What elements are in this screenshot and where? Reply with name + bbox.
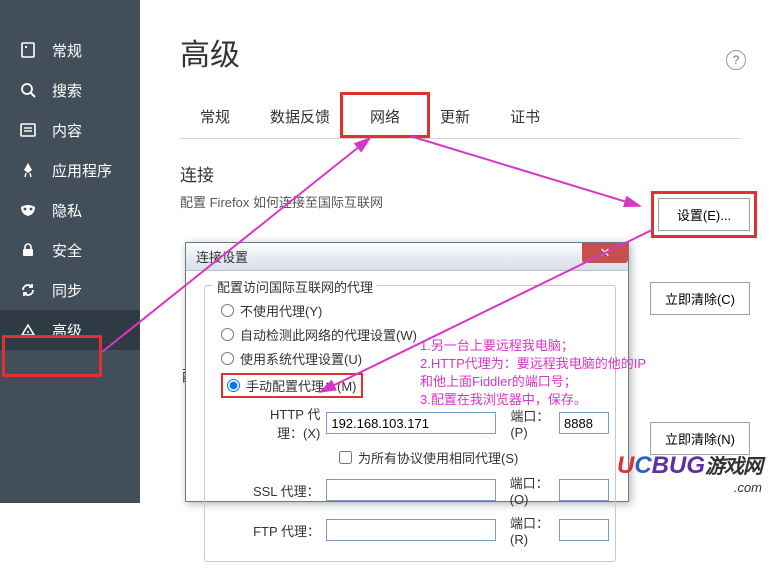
ftp-proxy-label: FTP 代理： — [249, 521, 320, 540]
ssl-proxy-row: SSL 代理： 端口：(O) — [249, 473, 609, 507]
settings-button-wrap: 设置(E)... — [658, 198, 750, 231]
page-title: 高级 — [180, 30, 742, 74]
http-proxy-input[interactable] — [326, 412, 496, 434]
http-port-input[interactable] — [559, 412, 609, 434]
same-proxy-checkbox[interactable] — [339, 451, 352, 464]
radio-input[interactable] — [221, 328, 234, 341]
clear-button-2[interactable]: 立即清除(N) — [650, 422, 750, 455]
sidebar-item-security[interactable]: 安全 — [0, 230, 140, 270]
ftp-proxy-row: FTP 代理： 端口：(R) — [249, 513, 609, 547]
clear-button-2-wrap: 立即清除(N) — [650, 422, 750, 455]
ftp-port-input[interactable] — [559, 519, 609, 541]
ftp-proxy-input[interactable] — [326, 519, 496, 541]
section-heading: 连接 — [180, 161, 742, 186]
rocket-icon — [18, 160, 38, 180]
dialog-title: 连接设置 — [196, 247, 248, 266]
sidebar-label: 应用程序 — [52, 160, 112, 181]
ssl-proxy-label: SSL 代理： — [249, 481, 320, 500]
sidebar-item-applications[interactable]: 应用程序 — [0, 150, 140, 190]
radio-manual-proxy[interactable] — [227, 379, 240, 392]
radio-manual-proxy-wrap: 手动配置代理：(M) — [221, 373, 609, 398]
http-proxy-label: HTTP 代理：(X) — [249, 404, 320, 442]
connection-settings-dialog: 连接设置 ✕ 配置访问国际互联网的代理 不使用代理(Y) 自动检测此网络的代理设… — [185, 242, 629, 502]
dialog-titlebar: 连接设置 ✕ — [186, 243, 628, 271]
sidebar-label: 安全 — [52, 240, 82, 261]
clear-button-1-wrap: 立即清除(C) — [650, 282, 750, 315]
settings-button[interactable]: 设置(E)... — [658, 198, 750, 231]
page-icon — [18, 40, 38, 60]
radio-input[interactable] — [221, 304, 234, 317]
close-button[interactable]: ✕ — [582, 243, 628, 263]
same-proxy-checkbox-row[interactable]: 为所有协议使用相同代理(S) — [339, 448, 609, 467]
sidebar-item-privacy[interactable]: 隐私 — [0, 190, 140, 230]
sidebar: 常规 搜索 内容 应用程序 隐私 安全 同步 高级 — [0, 0, 140, 503]
tab-network[interactable]: 网络 — [350, 98, 420, 138]
sidebar-item-sync[interactable]: 同步 — [0, 270, 140, 310]
sidebar-label: 隐私 — [52, 200, 82, 221]
ssl-port-input[interactable] — [559, 479, 609, 501]
radio-no-proxy[interactable]: 不使用代理(Y) — [221, 301, 609, 320]
sidebar-label: 内容 — [52, 120, 82, 141]
sidebar-label: 同步 — [52, 280, 82, 301]
sidebar-item-content[interactable]: 内容 — [0, 110, 140, 150]
sidebar-label: 搜索 — [52, 80, 82, 101]
radio-input[interactable] — [221, 352, 234, 365]
tabs: 常规 数据反馈 网络 更新 证书 — [180, 98, 742, 139]
content-icon — [18, 120, 38, 140]
help-icon[interactable]: ? — [726, 50, 746, 70]
sidebar-label: 常规 — [52, 40, 82, 61]
checkbox-label: 为所有协议使用相同代理(S) — [358, 448, 518, 467]
radio-label: 自动检测此网络的代理设置(W) — [240, 325, 417, 344]
http-proxy-row: HTTP 代理：(X) 端口：(P) — [249, 404, 609, 442]
radio-label: 手动配置代理：(M) — [246, 376, 357, 395]
close-icon: ✕ — [600, 245, 611, 261]
advanced-icon — [18, 320, 38, 340]
radio-system-proxy[interactable]: 使用系统代理设置(U) — [221, 349, 609, 368]
search-icon — [18, 80, 38, 100]
sync-icon — [18, 280, 38, 300]
highlight-box: 手动配置代理：(M) — [221, 373, 363, 398]
tab-update[interactable]: 更新 — [420, 98, 490, 138]
ssl-proxy-input[interactable] — [326, 479, 496, 501]
tab-label: 网络 — [370, 109, 400, 126]
clear-button-1[interactable]: 立即清除(C) — [650, 282, 750, 315]
tab-general[interactable]: 常规 — [180, 98, 250, 138]
lock-icon — [18, 240, 38, 260]
sidebar-item-advanced[interactable]: 高级 — [0, 310, 140, 350]
sidebar-item-search[interactable]: 搜索 — [0, 70, 140, 110]
sidebar-item-general[interactable]: 常规 — [0, 30, 140, 70]
dialog-body: 配置访问国际互联网的代理 不使用代理(Y) 自动检测此网络的代理设置(W) 使用… — [186, 271, 628, 572]
http-port-label: 端口：(P) — [510, 406, 555, 440]
ftp-port-label: 端口：(R) — [510, 513, 555, 547]
sidebar-label: 高级 — [52, 320, 82, 341]
proxy-group: 配置访问国际互联网的代理 不使用代理(Y) 自动检测此网络的代理设置(W) 使用… — [204, 285, 616, 562]
ssl-port-label: 端口：(O) — [510, 473, 555, 507]
tab-certificates[interactable]: 证书 — [490, 98, 560, 138]
tab-feedback[interactable]: 数据反馈 — [250, 98, 350, 138]
radio-auto-detect[interactable]: 自动检测此网络的代理设置(W) — [221, 325, 609, 344]
mask-icon — [18, 200, 38, 220]
radio-label: 使用系统代理设置(U) — [240, 349, 362, 368]
group-title: 配置访问国际互联网的代理 — [213, 277, 377, 296]
button-label: 设置(E)... — [677, 208, 731, 223]
radio-label: 不使用代理(Y) — [240, 301, 322, 320]
